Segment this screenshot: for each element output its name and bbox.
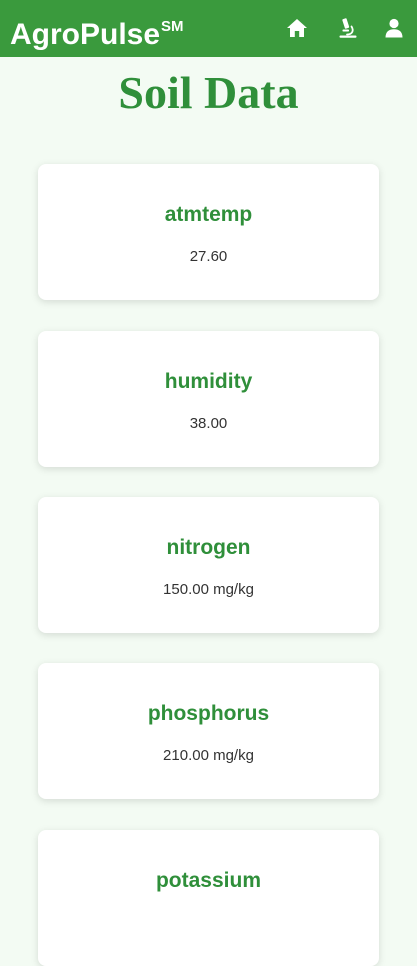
card-value: 150.00 mg/kg — [163, 581, 254, 598]
card-value: 38.00 — [189, 415, 228, 432]
card-label: potassium — [155, 869, 262, 892]
card-value: 210.00 mg/kg — [163, 747, 254, 764]
top-navbar: AgroPulseSM — [0, 0, 417, 57]
soil-data-card-nitrogen: nitrogen 150.00 mg/kg — [38, 497, 379, 633]
card-label: nitrogen — [166, 536, 251, 559]
user-icon[interactable] — [382, 16, 406, 40]
card-label: phosphorus — [147, 702, 270, 725]
home-icon[interactable] — [285, 16, 309, 40]
soil-data-card-potassium: potassium — [38, 830, 379, 966]
brand-logo[interactable]: AgroPulseSM — [10, 11, 184, 53]
service-mark: SM — [161, 18, 184, 35]
card-value: 27.60 — [189, 248, 228, 265]
microscope-icon[interactable] — [336, 16, 360, 40]
soil-data-card-humidity: humidity 38.00 — [38, 331, 379, 467]
card-label: atmtemp — [164, 203, 253, 226]
soil-data-card-phosphorus: phosphorus 210.00 mg/kg — [38, 663, 379, 799]
brand-name: AgroPulse — [10, 18, 161, 51]
card-label: humidity — [164, 370, 253, 393]
page-title: Soil Data — [118, 67, 299, 118]
soil-data-card-atmtemp: atmtemp 27.60 — [38, 164, 379, 300]
